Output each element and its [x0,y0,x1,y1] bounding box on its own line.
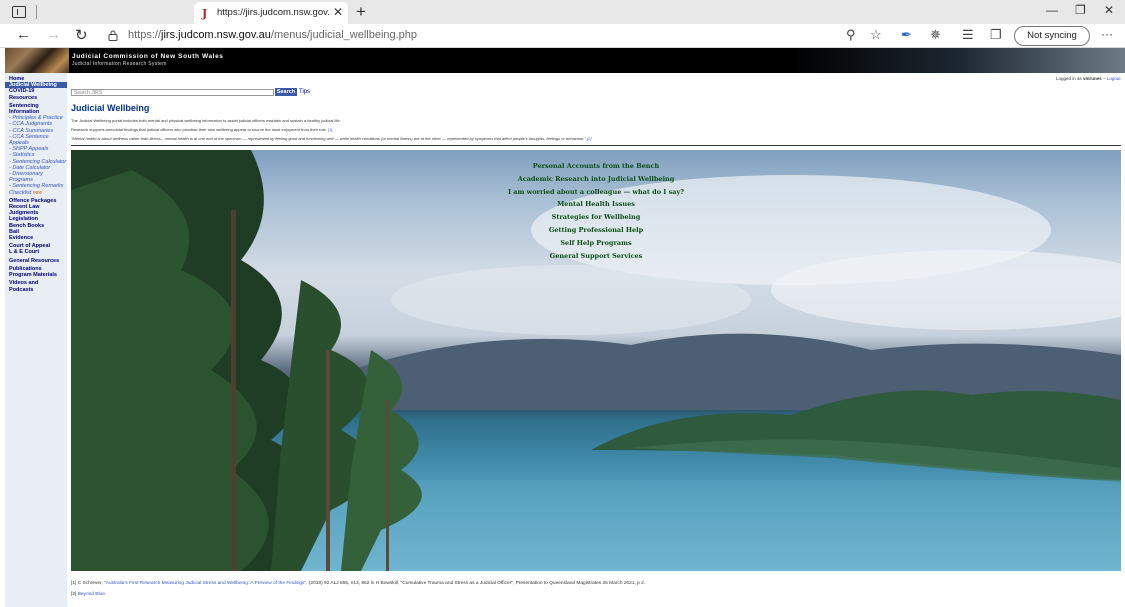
footnote-2-link[interactable]: Beyond Blue. [78,592,107,597]
footnote-2: [2] Beyond Blue. [71,592,107,597]
extensions-icon[interactable]: ✵ [930,27,941,43]
window-menu-icon[interactable] [12,6,26,18]
menu-link-personal-accounts[interactable]: Personal Accounts from the Bench [471,160,721,173]
refresh-icon[interactable]: ↻ [75,26,88,44]
lock-icon[interactable] [108,30,118,41]
sidebar-item-general-resources[interactable]: General Resources [5,258,67,264]
settings-more-icon[interactable]: ··· [1101,27,1113,41]
tab-close-icon[interactable]: ✕ [333,5,343,19]
menu-link-worried-colleague[interactable]: I am worried about a colleague — what do… [471,186,721,199]
wellbeing-menu: Personal Accounts from the Bench Academi… [471,160,721,262]
collections-icon[interactable]: ❐ [990,27,1002,43]
logout-link[interactable]: Logout [1107,76,1121,81]
tab-separator [36,5,37,19]
footnote-ref-1[interactable]: [1] [328,127,332,132]
favorites-icon[interactable]: ☰ [962,27,974,43]
sync-button[interactable]: Not syncing [1014,26,1090,46]
tab-strip: J https://jirs.judcom.nsw.gov.au/m ✕ + —… [0,0,1125,24]
close-window-button[interactable]: ✕ [1104,3,1114,17]
site-subtitle: Judicial Information Research System [72,60,167,67]
intro-paragraph: The Judicial Wellbeing portal includes b… [71,118,341,123]
favorite-add-icon[interactable]: ☆ [870,27,882,43]
site-logo[interactable] [5,48,69,73]
tab-active[interactable]: J https://jirs.judcom.nsw.gov.au/m ✕ [194,2,348,24]
sidebar-sub-calculator[interactable]: - Sentencing Calculator [5,159,67,165]
minimize-button[interactable]: — [1046,3,1058,17]
page-title: Judicial Wellbeing [71,103,150,113]
address-toolbar: ← → ↻ https://jirs.judcom.nsw.gov.au/men… [0,24,1125,48]
login-status: Logged in as vmrunes – Logout [1056,76,1121,81]
forward-icon[interactable]: → [46,26,61,43]
hero-image: Personal Accounts from the Bench Academi… [71,150,1121,571]
divider [71,145,1121,146]
menu-link-support-services[interactable]: General Support Services [471,250,721,263]
restore-button[interactable]: ❐ [1075,3,1086,17]
footnote-ref-2[interactable]: [2] [587,136,591,141]
search-input[interactable]: Search JIRS [71,89,274,96]
footnote-1: [1] C Schrever, "Australia's First Resea… [71,581,646,586]
tips-link[interactable]: Tips [299,89,310,95]
extension-pen-icon[interactable]: ✒ [901,27,912,43]
quote-paragraph: "Mental health is about wellness rather … [71,136,592,141]
site-title: Judicial Commission of New South Wales [72,53,224,60]
sidebar: Home Judicial Wellbeing COVID-19 Resourc… [5,73,67,607]
search-button[interactable]: Search [275,88,297,96]
zoom-icon[interactable]: ⚲ [846,27,856,43]
new-tab-button[interactable]: + [356,2,366,22]
site-favicon-icon: J [202,7,208,20]
address-bar[interactable]: https://jirs.judcom.nsw.gov.au/menus/jud… [128,29,417,41]
tab-title: https://jirs.judcom.nsw.gov.au/m [217,7,329,18]
new-badge: new [32,189,43,196]
research-paragraph: Research supports anecdotal findings tha… [71,127,333,132]
menu-link-academic-research[interactable]: Academic Research into Judicial Wellbein… [471,173,721,186]
site-banner: Judicial Commission of New South Wales J… [5,48,1125,73]
browser-window: J https://jirs.judcom.nsw.gov.au/m ✕ + —… [0,0,1125,607]
web-page: Judicial Commission of New South Wales J… [0,48,1125,607]
menu-link-mental-health[interactable]: Mental Health Issues [471,198,721,211]
login-user: vmrunes [1083,76,1102,81]
sidebar-item-podcasts[interactable]: Podcasts [5,287,67,293]
footnote-1-link[interactable]: "Australia's First Research Measuring Ju… [104,581,306,586]
menu-link-self-help[interactable]: Self Help Programs [471,237,721,250]
back-icon[interactable]: ← [16,26,31,43]
menu-link-strategies[interactable]: Strategies for Wellbeing [471,211,721,224]
menu-link-professional-help[interactable]: Getting Professional Help [471,224,721,237]
